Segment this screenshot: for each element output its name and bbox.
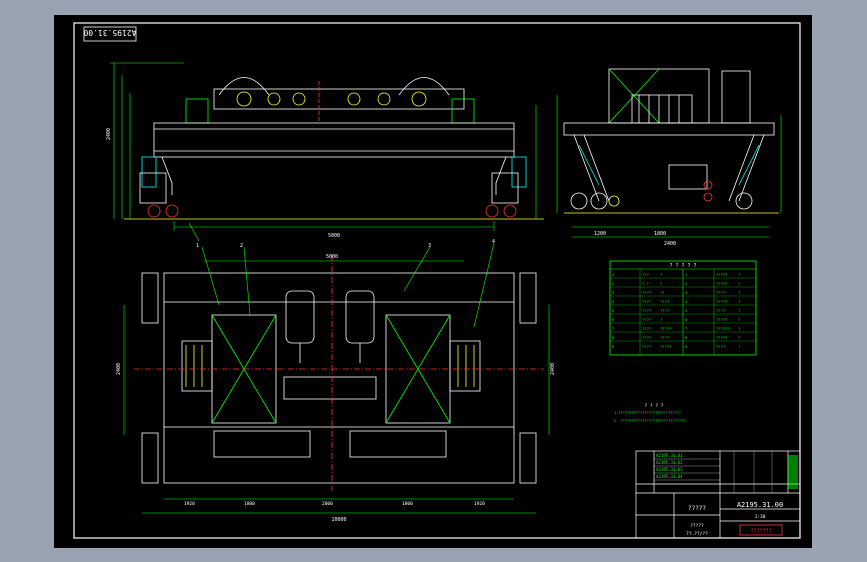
spec-cell: 1 <box>612 272 615 277</box>
drawing-sub-label-1: ????? <box>690 523 704 529</box>
spec-cell: 6 <box>612 317 615 322</box>
spec-cell: ???? <box>642 290 651 295</box>
drawing-title: ????? <box>688 505 706 512</box>
balloon-4: 4 <box>492 239 495 245</box>
spec-cell: ???? <box>642 308 651 313</box>
spec-cell: ?? <box>660 290 665 295</box>
spec-cell: 9 <box>685 344 688 349</box>
plan-view <box>123 255 550 514</box>
spec-cell: ???? <box>660 299 669 304</box>
spec-cell: ? <box>738 317 740 322</box>
plan-sub-dim-4: 1800 <box>402 501 413 507</box>
spec-cell: ????? <box>660 344 671 349</box>
part-row: A2195.31.04 <box>656 474 683 479</box>
spec-cell: ?.? <box>642 281 649 286</box>
spec-cell: ???? <box>642 335 651 340</box>
balloon-3: 3 <box>428 243 431 249</box>
drawing-sheet[interactable]: A2195.31.00 5000 2400 1200 1800 2400 500… <box>54 15 812 548</box>
spec-cell: ???? <box>716 344 725 349</box>
side-base-dimension: 2400 <box>664 241 676 247</box>
spec-cell: ? <box>660 281 662 286</box>
spec-cell: ????? <box>716 335 727 340</box>
spec-cell: ???? <box>716 290 725 295</box>
spec-cell: 2 <box>612 281 614 286</box>
spec-cell: 4 <box>685 299 688 304</box>
spec-cell: ????? <box>660 326 671 331</box>
side-dimension-a: 1200 <box>594 231 606 237</box>
spec-cell: 9 <box>612 344 615 349</box>
spec-cell: ? <box>738 281 740 286</box>
notes-line-2: 2. ?????????????????????????????? <box>614 419 685 423</box>
part-row: A2195.31.01 <box>656 453 683 458</box>
plan-total-dimension: 10000 <box>331 517 346 523</box>
spec-cell: ? <box>738 326 740 331</box>
front-height-dimension: 2400 <box>106 128 112 140</box>
spec-cell: ???? <box>642 299 651 304</box>
spec-cell: ? <box>738 344 740 349</box>
plan-sub-dim-5: 1920 <box>474 501 485 507</box>
drawing-border <box>73 22 801 539</box>
balloon-2: 2 <box>240 243 243 249</box>
spec-cell: ????? <box>716 299 727 304</box>
spec-cell: ????? <box>716 272 727 277</box>
spec-cell: ???? <box>660 308 669 313</box>
spec-cell: ???? <box>642 317 651 322</box>
drawing-sub-label-2: ??.??/?? <box>686 531 708 537</box>
spec-cell: ? <box>738 299 740 304</box>
front-span-dimension: 5000 <box>328 233 340 239</box>
front-view <box>110 62 544 231</box>
side-view <box>556 68 782 238</box>
company-stamp: ??????? <box>739 524 783 536</box>
spec-cell: ???? <box>642 344 651 349</box>
spec-cell: ???? <box>642 326 651 331</box>
spec-cell: ? <box>738 290 740 295</box>
spec-cell: 5 <box>685 308 687 313</box>
notes-heading: ? ? ? ? <box>645 403 664 409</box>
spec-cell: 7 <box>612 326 614 331</box>
spec-cell: ????? <box>716 317 727 322</box>
cad-drawing-canvas[interactable]: A2195.31.00 5000 2400 1200 1800 2400 500… <box>54 15 812 548</box>
plan-sub-dim-1: 1920 <box>184 501 195 507</box>
spec-cell: ? <box>738 272 740 277</box>
spec-cell: ???? <box>716 308 725 313</box>
plan-height-dimension: 2400 <box>550 363 556 375</box>
plan-width-dimension: 5000 <box>326 254 338 260</box>
drawing-number: A2195.31.00 <box>737 501 783 509</box>
spec-cell: ????? <box>716 281 727 286</box>
plan-left-dimension: 2400 <box>116 363 122 375</box>
spec-cell: 3 <box>612 290 614 295</box>
technical-notes: ? ? ? ? 1.????????????????????????????? … <box>614 403 685 423</box>
stamp-text: A2195.31.00 <box>83 28 136 37</box>
part-row: A2195.31.02 <box>656 460 683 465</box>
spec-cell: ? <box>660 317 662 322</box>
part-balloons <box>188 222 495 328</box>
spec-cell: 6 <box>685 317 688 322</box>
spec-cell: 5 <box>612 308 614 313</box>
spec-table-rows: 1???? 1????? ?2?.?? 2????? ?3?????? 3???? ?4??… <box>612 272 740 349</box>
notes-line-1: 1.????????????????????????????? <box>614 411 681 415</box>
plan-sub-dim-3: 2800 <box>322 501 333 507</box>
spec-cell: 1 <box>685 272 688 277</box>
spec-cell: ? <box>660 272 662 277</box>
spec-cell: ? <box>738 335 740 340</box>
stamp-box: A2195.31.00 <box>83 26 136 42</box>
spec-table-heading: ? ? ? ? ? <box>669 263 696 269</box>
spec-cell: ???? <box>660 335 669 340</box>
side-dimension-b: 1800 <box>654 231 666 237</box>
balloon-1: 1 <box>196 243 199 249</box>
spec-cell: 3 <box>685 290 687 295</box>
spec-cell: 8 <box>685 335 688 340</box>
spec-table: ? ? ? ? ? <box>609 260 757 356</box>
part-row: A2195.31.03 <box>656 467 683 472</box>
spec-cell: 2 <box>685 281 687 286</box>
spec-cell: 8 <box>612 335 615 340</box>
company-label: ??????? <box>750 529 771 535</box>
plan-sub-dim-2: 1800 <box>244 501 255 507</box>
spec-cell: 4 <box>612 299 615 304</box>
spec-cell: ? <box>738 308 740 313</box>
scale-label: 1:30 <box>755 514 766 520</box>
spec-cell: ?????? <box>716 326 730 331</box>
spec-cell: ??? <box>642 272 649 277</box>
spec-cell: 7 <box>685 326 687 331</box>
